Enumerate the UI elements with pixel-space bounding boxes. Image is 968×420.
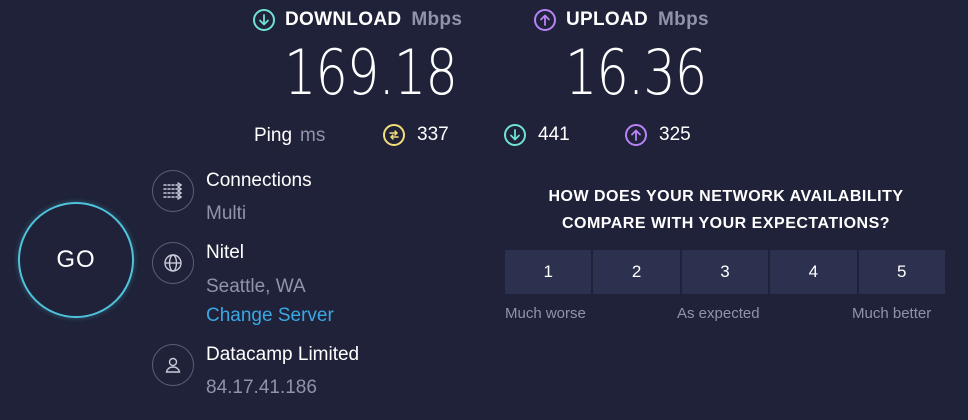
ping-unit: ms [300, 125, 326, 146]
ping-upload: 325 [625, 124, 691, 146]
rating-option-1[interactable]: 1 [505, 250, 592, 294]
upload-unit: Mbps [658, 9, 709, 30]
ping-idle: 337 [383, 124, 449, 146]
download-label: DOWNLOAD [285, 9, 402, 30]
ping-download: 441 [504, 124, 570, 146]
globe-icon [152, 242, 194, 284]
download-header: DOWNLOAD Mbps [253, 9, 462, 31]
change-server-link[interactable]: Change Server [206, 305, 334, 327]
connections-value: Multi [206, 203, 247, 224]
server-location: Seattle, WA [206, 276, 306, 297]
scale-label-low: Much worse [505, 305, 586, 322]
ping-idle-value: 337 [417, 124, 449, 145]
rating-option-2[interactable]: 2 [593, 250, 680, 294]
server-name: Nitel [206, 242, 245, 263]
user-icon [152, 344, 194, 386]
download-value: 169.18 [284, 36, 458, 109]
rating-option-3[interactable]: 3 [681, 250, 769, 294]
ping-download-value: 441 [538, 124, 570, 145]
arrow-down-circle-icon [253, 9, 275, 31]
arrow-up-circle-icon [625, 124, 647, 146]
scale-label-high: Much better [852, 305, 932, 322]
ping-text: Ping [254, 125, 293, 146]
ping-label: Ping ms [254, 125, 325, 147]
rating-option-4[interactable]: 4 [770, 250, 857, 294]
upload-label: UPLOAD [566, 9, 649, 30]
idle-latency-icon [383, 124, 405, 146]
arrow-up-circle-icon [534, 9, 556, 31]
rating-scale: 1 2 3 4 5 [505, 250, 945, 294]
connections-title: Connections [206, 170, 312, 191]
scale-label-mid: As expected [677, 305, 760, 322]
arrow-down-circle-icon [504, 124, 526, 146]
ping-upload-value: 325 [659, 124, 691, 145]
go-button[interactable]: GO [18, 202, 134, 318]
upload-value: 16.36 [565, 36, 707, 109]
connections-icon [152, 170, 194, 212]
provider-ip: 84.17.41.186 [206, 377, 317, 398]
download-unit: Mbps [411, 9, 463, 30]
provider-name: Datacamp Limited [206, 344, 360, 365]
upload-header: UPLOAD Mbps [534, 9, 709, 31]
rating-option-5[interactable]: 5 [858, 250, 945, 294]
survey-question: HOW DOES YOUR NETWORK AVAILABILITY COMPA… [548, 188, 904, 232]
